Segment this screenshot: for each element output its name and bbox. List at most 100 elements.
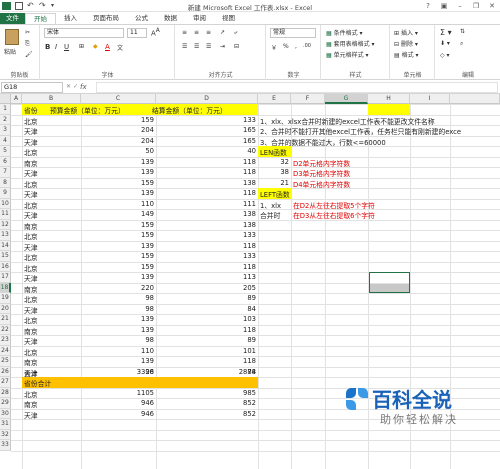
cell[interactable]: 天津 bbox=[24, 305, 38, 315]
cell[interactable]: 118 bbox=[156, 242, 258, 250]
column-header[interactable] bbox=[450, 94, 500, 104]
cell[interactable]: 天津 bbox=[24, 168, 38, 178]
cell-styles-button[interactable]: ▦ 单元格样式 ▾ bbox=[326, 50, 369, 59]
bottom-align-icon[interactable]: ≡ bbox=[206, 29, 211, 36]
tab-formulas[interactable]: 公式 bbox=[127, 13, 156, 24]
ribbon-display-icon[interactable]: ▣ bbox=[436, 0, 452, 11]
top-align-icon[interactable]: ≡ bbox=[182, 29, 187, 36]
cell[interactable]: 204 bbox=[81, 126, 156, 134]
row-header[interactable]: 21 bbox=[0, 314, 11, 325]
cell[interactable]: 21 bbox=[258, 179, 291, 187]
cell[interactable]: 1、xlx bbox=[260, 200, 281, 210]
percent-icon[interactable]: % bbox=[283, 43, 289, 50]
enter-icon[interactable]: ✓ bbox=[73, 83, 78, 90]
cell[interactable]: 111 bbox=[156, 200, 258, 208]
fill-icon[interactable]: ⬇ ▾ bbox=[440, 40, 450, 47]
cell[interactable]: 98 bbox=[81, 336, 156, 344]
cell[interactable]: 852 bbox=[156, 399, 258, 407]
cell[interactable]: 159 bbox=[81, 221, 156, 229]
row-header[interactable]: 3 bbox=[0, 125, 11, 136]
cell[interactable]: 139 bbox=[81, 357, 156, 365]
wrap-text-icon[interactable]: ⤶ bbox=[234, 29, 237, 37]
header-cell[interactable]: 结算金额（单位：万元） bbox=[152, 105, 227, 115]
row-header[interactable]: 13 bbox=[0, 230, 11, 241]
italic-icon[interactable]: I bbox=[55, 43, 57, 51]
column-header[interactable]: G bbox=[325, 94, 368, 104]
cell[interactable]: 204 bbox=[81, 137, 156, 145]
row-header[interactable]: 30 bbox=[0, 408, 11, 419]
row-header[interactable]: 32 bbox=[0, 429, 11, 440]
conditional-format-button[interactable]: ▦ 条件格式 ▾ bbox=[326, 28, 363, 37]
row-header[interactable]: 12 bbox=[0, 219, 11, 230]
cell[interactable]: 北京 bbox=[24, 252, 38, 262]
row-header[interactable]: 22 bbox=[0, 324, 11, 335]
cell[interactable]: 139 bbox=[81, 273, 156, 281]
cell[interactable]: 118 bbox=[156, 357, 258, 365]
row-header[interactable]: 10 bbox=[0, 198, 11, 209]
cell[interactable]: 118 bbox=[156, 158, 258, 166]
cell[interactable]: 北京 bbox=[24, 116, 38, 126]
tab-file[interactable]: 文件 bbox=[0, 13, 25, 24]
bold-icon[interactable]: B bbox=[45, 43, 50, 51]
row-header[interactable]: 7 bbox=[0, 167, 11, 178]
row-header[interactable]: 23 bbox=[0, 335, 11, 346]
total-label-cell[interactable]: 合计 bbox=[24, 368, 38, 378]
cell[interactable]: 北京 bbox=[24, 294, 38, 304]
select-all-corner[interactable] bbox=[0, 94, 11, 104]
cell[interactable]: 南京 bbox=[24, 399, 38, 409]
cell[interactable]: 89 bbox=[156, 294, 258, 302]
restore-icon[interactable]: ❐ bbox=[468, 0, 484, 11]
cell[interactable]: 北京 bbox=[24, 231, 38, 241]
decimal-icon[interactable]: .00 bbox=[303, 43, 311, 49]
len-title-cell[interactable]: LEN函数 bbox=[260, 147, 287, 157]
copy-icon[interactable]: ⎘ bbox=[25, 40, 30, 48]
cell[interactable]: 合并时 bbox=[260, 210, 280, 220]
cell[interactable]: 159 bbox=[81, 263, 156, 271]
font-color-icon[interactable]: A bbox=[105, 43, 110, 51]
row-header[interactable]: 1 bbox=[0, 104, 11, 115]
cell[interactable]: 139 bbox=[81, 168, 156, 176]
row-header[interactable]: 28 bbox=[0, 387, 11, 398]
cancel-icon[interactable]: ✕ bbox=[66, 83, 71, 90]
align-left-icon[interactable]: ☰ bbox=[182, 43, 187, 50]
row-header[interactable]: 18 bbox=[0, 282, 11, 293]
row-header[interactable]: 33 bbox=[0, 440, 11, 451]
cell[interactable]: 110 bbox=[81, 200, 156, 208]
column-header[interactable]: C bbox=[81, 94, 156, 104]
row-header[interactable]: 24 bbox=[0, 345, 11, 356]
paste-button[interactable]: 粘贴 bbox=[4, 47, 16, 56]
tab-page-layout[interactable]: 页面布局 bbox=[85, 13, 127, 24]
cell[interactable]: 天津 bbox=[24, 242, 38, 252]
row-header[interactable]: 9 bbox=[0, 188, 11, 199]
cell[interactable]: 139 bbox=[81, 189, 156, 197]
cell[interactable]: 84 bbox=[156, 305, 258, 313]
column-header[interactable]: D bbox=[156, 94, 258, 104]
name-box[interactable]: G18 bbox=[1, 82, 63, 93]
cell[interactable]: 103 bbox=[156, 315, 258, 323]
row-header[interactable]: 15 bbox=[0, 251, 11, 262]
align-right-icon[interactable]: ☰ bbox=[206, 43, 211, 50]
cell[interactable]: 138 bbox=[156, 210, 258, 218]
len-desc-cell[interactable]: D2单元格内字符数 bbox=[293, 158, 350, 168]
cell[interactable]: 946 bbox=[81, 399, 156, 407]
cell[interactable]: 天津 bbox=[24, 189, 38, 199]
row-header[interactable]: 29 bbox=[0, 398, 11, 409]
cell[interactable]: 220 bbox=[81, 284, 156, 292]
cell[interactable]: 南京 bbox=[24, 284, 38, 294]
cell[interactable]: 天津 bbox=[24, 137, 38, 147]
cell[interactable]: 50 bbox=[81, 147, 156, 155]
cell[interactable]: 北京 bbox=[24, 315, 38, 325]
column-header[interactable]: I bbox=[410, 94, 450, 104]
cell[interactable]: 159 bbox=[81, 231, 156, 239]
cell[interactable]: 天津 bbox=[24, 210, 38, 220]
cell[interactable]: 165 bbox=[156, 137, 258, 145]
cell[interactable]: 138 bbox=[156, 179, 258, 187]
row-header[interactable]: 20 bbox=[0, 303, 11, 314]
cell[interactable]: 北京 bbox=[24, 263, 38, 273]
cell[interactable]: 118 bbox=[156, 263, 258, 271]
len-desc-cell[interactable]: D3单元格内字符数 bbox=[293, 168, 350, 178]
province-total-label-cell[interactable]: 省份合计 bbox=[24, 378, 51, 388]
cell[interactable]: 139 bbox=[81, 326, 156, 334]
cell[interactable]: 159 bbox=[81, 179, 156, 187]
cell[interactable]: 118 bbox=[156, 326, 258, 334]
